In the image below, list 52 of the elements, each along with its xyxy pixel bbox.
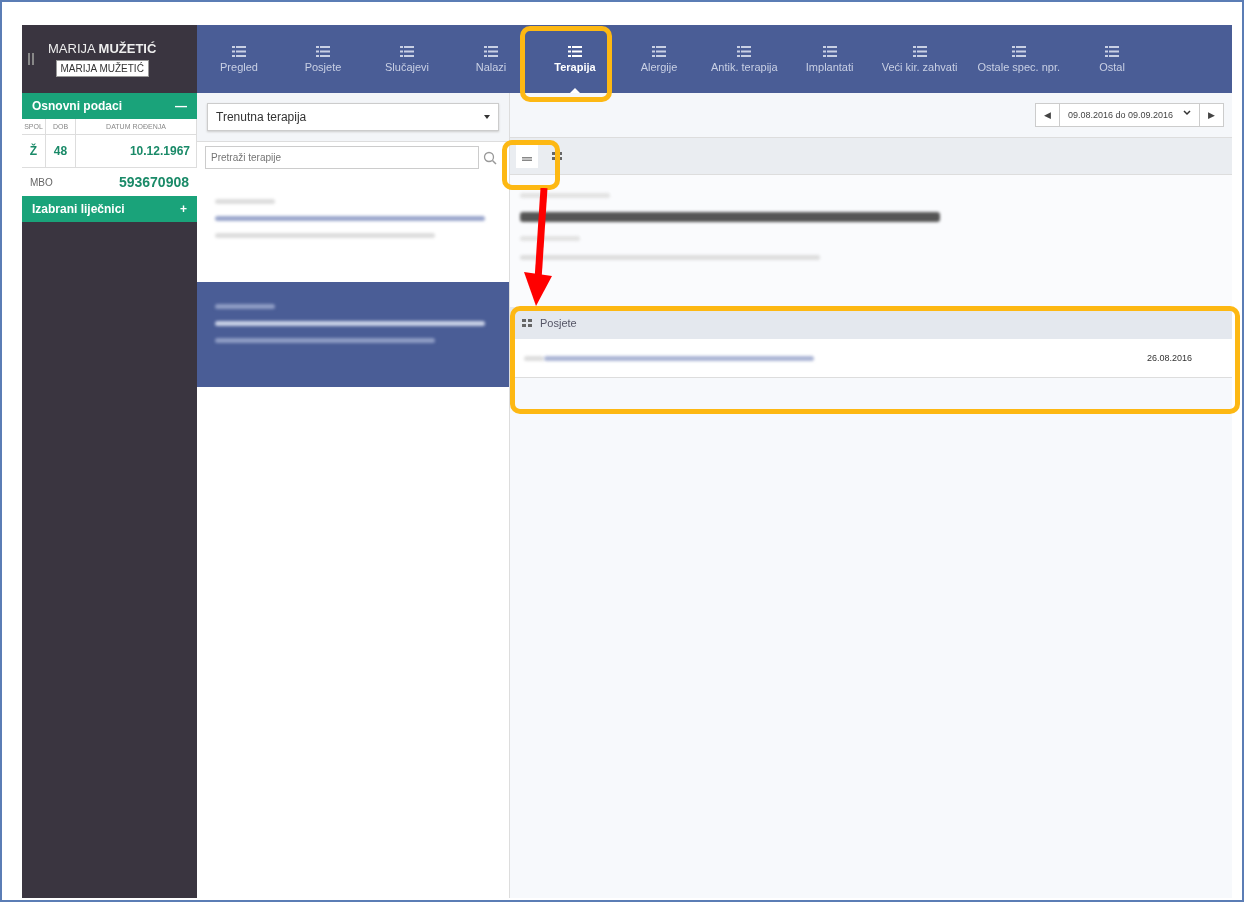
blurred-text (520, 236, 580, 241)
patient-name: MARIJA MUŽETIĆ (48, 41, 157, 56)
nav-tab[interactable]: Slučajevi (365, 25, 449, 93)
blurred-text (215, 199, 275, 204)
list-icon (1011, 45, 1026, 57)
highlight-frame (502, 140, 560, 190)
collapse-icon (522, 157, 532, 161)
search-icon (483, 150, 497, 165)
nav-tab[interactable]: Ostale spec. npr. (967, 25, 1071, 93)
blurred-text (215, 304, 275, 309)
therapy-dropdown[interactable]: Trenutna terapija (207, 103, 499, 131)
list-icon (737, 45, 752, 57)
nav-tab[interactable]: Nalazi (449, 25, 533, 93)
nav-tab[interactable]: Antik. terapija (701, 25, 788, 93)
grid-icon (552, 152, 562, 160)
nav-tab[interactable]: Alergije (617, 25, 701, 93)
list-icon (400, 45, 414, 57)
section-title: Osnovni podaci (32, 99, 122, 113)
nav-tab[interactable]: Posjete (281, 25, 365, 93)
section-title: Izabrani liječnici (32, 202, 125, 216)
collapse-toggle[interactable]: — (175, 99, 187, 113)
therapy-list-item[interactable] (197, 282, 509, 387)
expand-toggle[interactable]: + (180, 202, 187, 216)
visits-title: Posjete (540, 317, 577, 329)
list-icon (912, 45, 927, 57)
nav-tab[interactable]: Implantati (787, 25, 872, 93)
nav-tab[interactable]: Pregled (197, 25, 281, 93)
list-icon (568, 45, 582, 57)
previous-button[interactable]: ◀ (1035, 104, 1059, 126)
nav-tab[interactable]: Veći kir. zahvati (871, 25, 968, 93)
section-header[interactable]: Izabrani liječnici + (22, 196, 197, 222)
mbo-label: MBO (30, 176, 53, 188)
list-icon (1105, 45, 1120, 57)
collapse-button[interactable] (516, 144, 538, 168)
list-icon (822, 45, 837, 57)
grid-icon (522, 319, 532, 327)
patient-badge: MARIJA MUŽETIĆ (55, 60, 149, 77)
nav-tab[interactable]: Ostal (1070, 25, 1155, 93)
visit-date: 26.08.2016 (1146, 353, 1192, 363)
list-icon (316, 45, 330, 57)
date-range-picker[interactable]: ◀ 09.08.2016 do 09.09.2016 ▶ (1034, 103, 1224, 127)
list-icon (232, 45, 246, 57)
list-icon (484, 45, 498, 57)
mbo-value: 593670908 (118, 174, 189, 190)
caret-icon (484, 115, 490, 119)
next-button[interactable]: ▶ (1200, 104, 1223, 126)
nav-tab[interactable]: Terapija (533, 25, 617, 93)
list-icon (652, 45, 666, 57)
section-header[interactable]: Osnovni podaci — (22, 93, 197, 119)
chevron-down-icon (1183, 110, 1191, 116)
drag-handle-icon[interactable] (28, 53, 34, 65)
search-field[interactable]: Pretraži terapije (205, 146, 479, 169)
